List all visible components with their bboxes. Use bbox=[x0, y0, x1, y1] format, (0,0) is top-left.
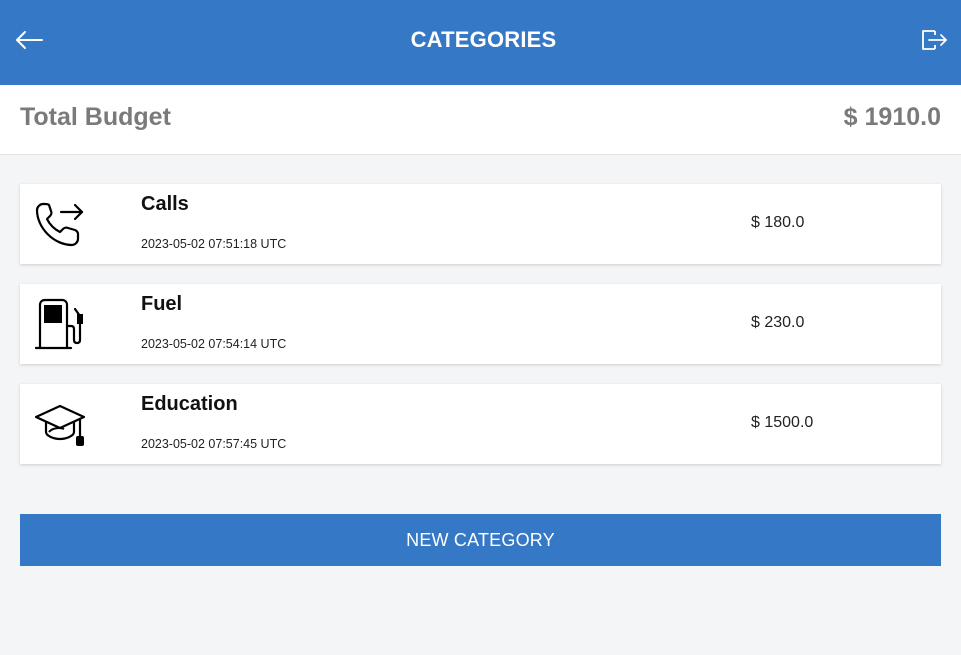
fuel-pump-icon bbox=[34, 298, 86, 350]
total-budget-value: $ 1910.0 bbox=[843, 103, 941, 131]
category-amount: $ 1500.0 bbox=[751, 414, 814, 431]
category-card[interactable]: Calls 2023-05-02 07:51:18 UTC $ 180.0 bbox=[20, 184, 941, 264]
new-category-button[interactable]: NEW CATEGORY bbox=[20, 514, 941, 566]
page-title: CATEGORIES bbox=[410, 27, 557, 52]
category-amount: $ 230.0 bbox=[751, 314, 805, 331]
category-name: Calls bbox=[141, 193, 189, 215]
category-date: 2023-05-02 07:57:45 UTC bbox=[141, 437, 287, 451]
category-amount: $ 180.0 bbox=[751, 214, 805, 231]
logout-icon[interactable] bbox=[919, 26, 949, 54]
category-card[interactable]: Fuel 2023-05-02 07:54:14 UTC $ 230.0 bbox=[20, 284, 941, 364]
total-budget-bar: Total Budget $ 1910.0 bbox=[0, 85, 961, 155]
total-budget-label: Total Budget bbox=[20, 103, 171, 131]
category-date: 2023-05-02 07:54:14 UTC bbox=[141, 337, 287, 351]
category-card[interactable]: Education 2023-05-02 07:57:45 UTC $ 1500… bbox=[20, 384, 941, 464]
app-bar: CATEGORIES bbox=[0, 0, 961, 85]
category-date: 2023-05-02 07:51:18 UTC bbox=[141, 237, 287, 251]
category-name: Education bbox=[141, 393, 238, 415]
phone-forward-icon bbox=[34, 198, 86, 250]
category-name: Fuel bbox=[141, 293, 183, 315]
graduation-cap-icon bbox=[34, 398, 86, 450]
